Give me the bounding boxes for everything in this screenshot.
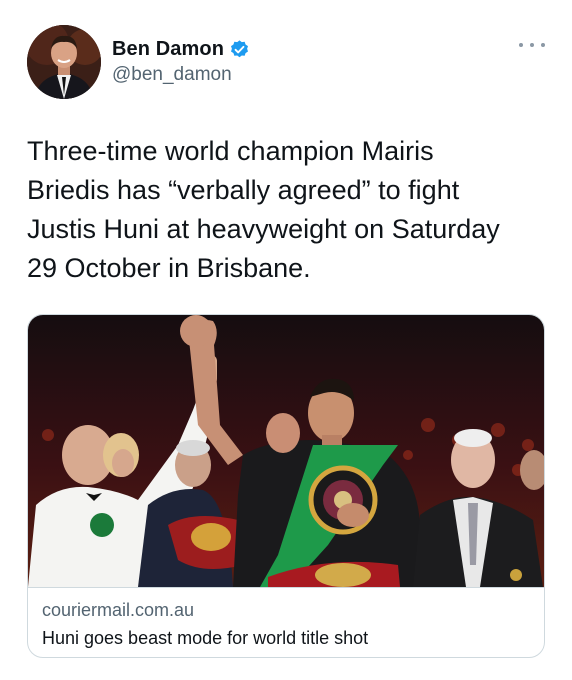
- author-handle[interactable]: @ben_damon: [112, 64, 232, 86]
- card-image[interactable]: [28, 315, 544, 587]
- more-options-icon[interactable]: [519, 38, 545, 52]
- tweet-text: Three-time world champion Mairis Briedis…: [27, 136, 500, 283]
- card-footer[interactable]: couriermail.com.au Huni goes beast mode …: [28, 587, 544, 657]
- dot: [519, 43, 523, 47]
- card-domain: couriermail.com.au: [42, 600, 195, 620]
- boxing-photo: [28, 315, 544, 587]
- tweet: Ben Damon @ben_damon Three-time world ch…: [0, 0, 572, 680]
- author-avatar[interactable]: [27, 25, 101, 99]
- avatar-image: [27, 25, 101, 99]
- author-name-row: Ben Damon: [112, 36, 250, 62]
- author-display-name[interactable]: Ben Damon: [112, 38, 224, 61]
- dot: [530, 43, 534, 47]
- dot: [541, 43, 545, 47]
- link-card[interactable]: couriermail.com.au Huni goes beast mode …: [27, 314, 545, 658]
- card-title: Huni goes beast mode for world title sho…: [42, 628, 369, 648]
- verified-badge-icon: [229, 39, 250, 60]
